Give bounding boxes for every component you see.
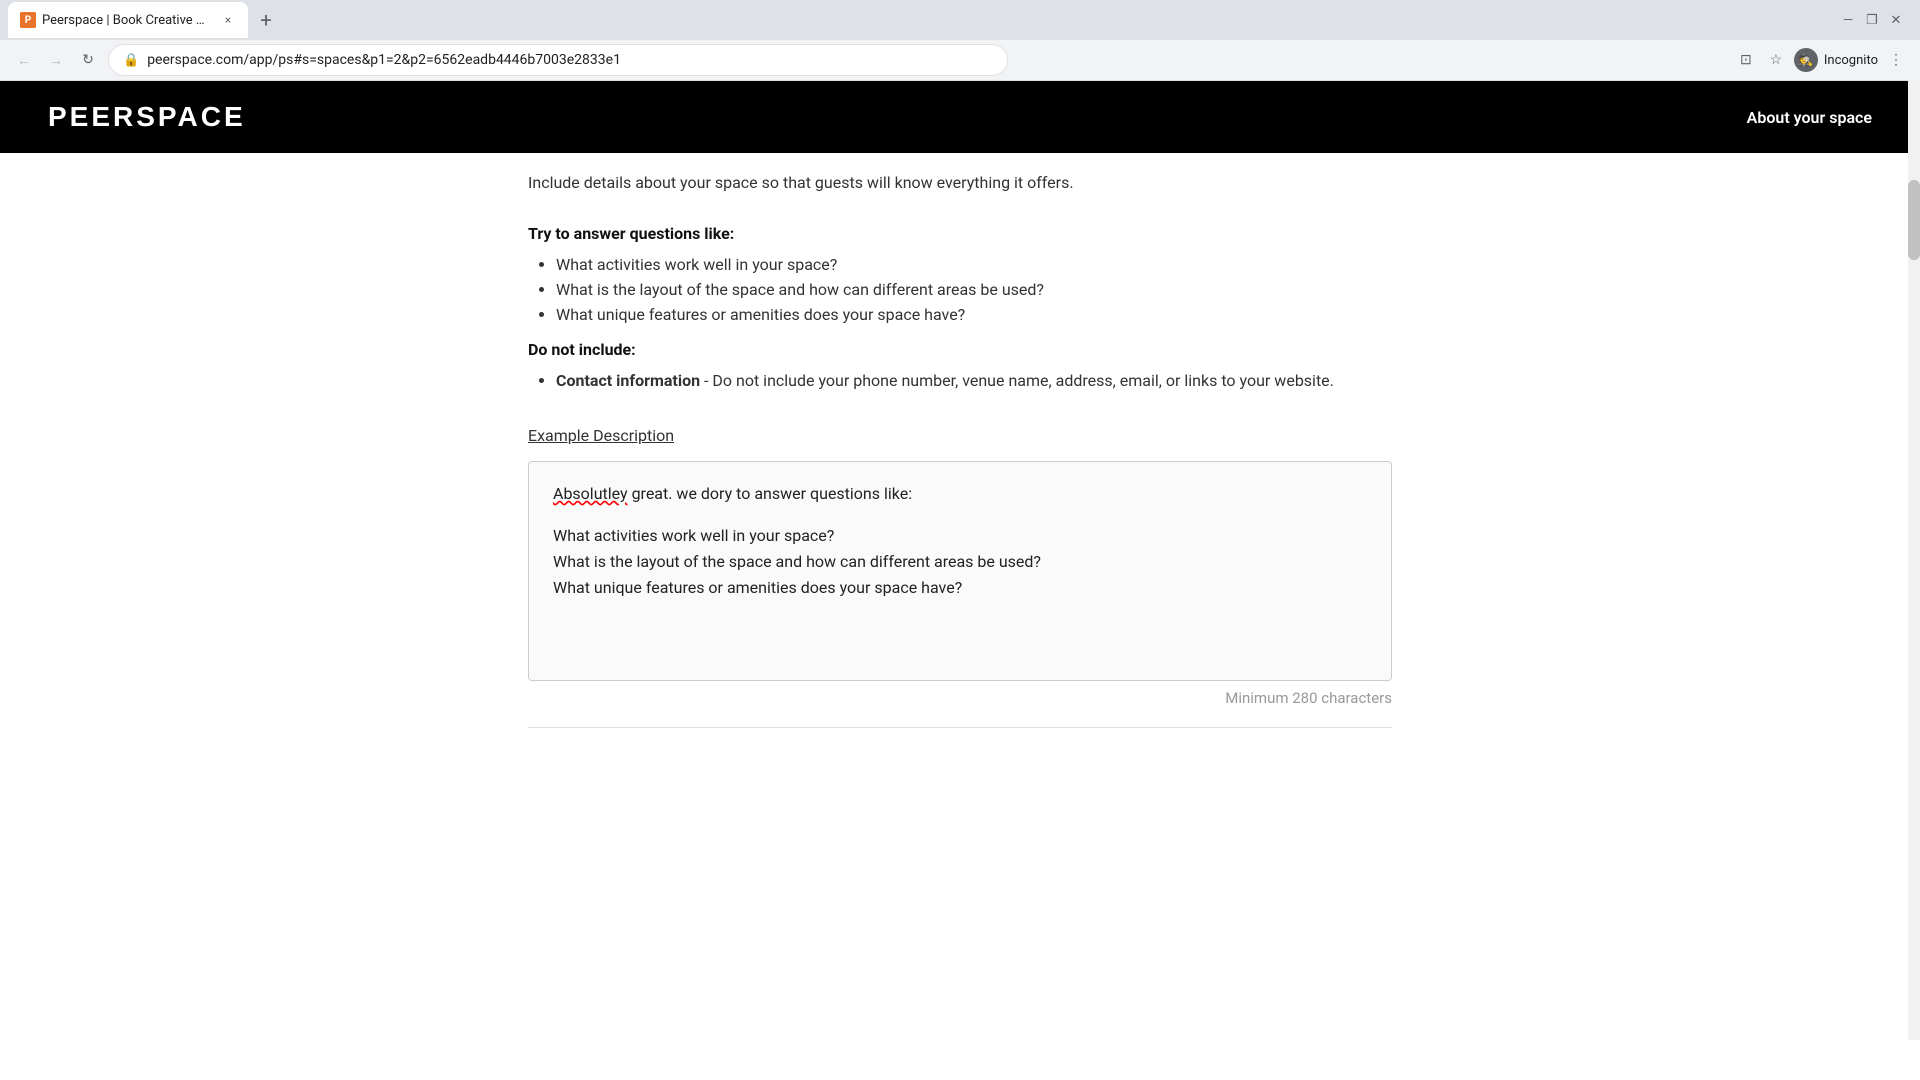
description-text: Absolutley great. we dory to answer ques…: [553, 482, 1367, 600]
description-box[interactable]: Absolutley great. we dory to answer ques…: [528, 461, 1392, 681]
description-blank-line: [553, 506, 1367, 524]
do-not-rest-text: - Do not include your phone number, venu…: [700, 371, 1334, 390]
reload-button[interactable]: ↻: [76, 48, 100, 72]
omnibar: ← → ↻ 🔒 peerspace.com/app/ps#s=spaces&p1…: [0, 40, 1920, 80]
maximize-button[interactable]: ❐: [1864, 12, 1880, 28]
do-not-title: Do not include:: [528, 340, 1392, 359]
tab-title: Peerspace | Book Creative Space...: [42, 13, 212, 28]
list-item: What activities work well in your space?: [556, 255, 1392, 274]
description-line3: What is the layout of the space and how …: [553, 550, 1367, 574]
peerspace-logo[interactable]: PEERSPACE: [48, 101, 246, 133]
close-window-button[interactable]: ✕: [1888, 12, 1904, 28]
window-controls: — ❐ ✕: [1840, 12, 1912, 28]
tab-bar: P Peerspace | Book Creative Space... × +…: [0, 0, 1920, 40]
try-questions-list: What activities work well in your space?…: [528, 255, 1392, 324]
site-header: PEERSPACE About your space: [0, 81, 1920, 153]
list-item: What unique features or amenities does y…: [556, 305, 1392, 324]
do-not-list: Contact information - Do not include you…: [528, 371, 1392, 390]
tab-favicon: P: [20, 12, 36, 28]
misspelled-word: Absolutley: [553, 484, 628, 503]
about-your-space-link[interactable]: About your space: [1747, 108, 1872, 127]
scrollbar-track[interactable]: [1908, 80, 1920, 1040]
tab-close-button[interactable]: ×: [220, 12, 236, 28]
incognito-avatar: 🕵: [1794, 48, 1818, 72]
url-text: peerspace.com/app/ps#s=spaces&p1=2&p2=65…: [147, 52, 993, 68]
menu-icon[interactable]: ⋮: [1884, 48, 1908, 72]
lock-icon: 🔒: [123, 53, 139, 68]
description-line4: What unique features or amenities does y…: [553, 576, 1367, 600]
section-divider: [528, 727, 1392, 728]
do-not-section: Do not include: Contact information - Do…: [528, 340, 1392, 390]
minimize-button[interactable]: —: [1840, 12, 1856, 28]
scrollbar-thumb[interactable]: [1908, 180, 1920, 260]
description-line1-rest: great. we dory to answer questions like:: [628, 484, 913, 503]
browser-actions: ⊡ ☆ 🕵 Incognito ⋮: [1734, 48, 1908, 72]
intro-text: Include details about your space so that…: [528, 153, 1392, 204]
do-not-bold-label: Contact information: [556, 371, 700, 390]
page-content: Include details about your space so that…: [480, 153, 1440, 728]
list-item: What is the layout of the space and how …: [556, 280, 1392, 299]
browser-chrome: P Peerspace | Book Creative Space... × +…: [0, 0, 1920, 81]
try-to-answer-title: Try to answer questions like:: [528, 224, 1392, 243]
active-tab[interactable]: P Peerspace | Book Creative Space... ×: [8, 2, 248, 38]
profile-icon[interactable]: 🕵: [1794, 48, 1818, 72]
forward-button[interactable]: →: [44, 48, 68, 72]
back-button[interactable]: ←: [12, 48, 36, 72]
url-bar[interactable]: 🔒 peerspace.com/app/ps#s=spaces&p1=2&p2=…: [108, 44, 1008, 76]
incognito-label: Incognito: [1824, 53, 1878, 68]
cast-icon[interactable]: ⊡: [1734, 48, 1758, 72]
character-minimum-label: Minimum 280 characters: [528, 689, 1392, 707]
example-description-link[interactable]: Example Description: [528, 426, 674, 445]
do-not-item: Contact information - Do not include you…: [556, 371, 1392, 390]
bookmark-icon[interactable]: ☆: [1764, 48, 1788, 72]
new-tab-button[interactable]: +: [252, 6, 280, 34]
description-line2: What activities work well in your space?: [553, 524, 1367, 548]
